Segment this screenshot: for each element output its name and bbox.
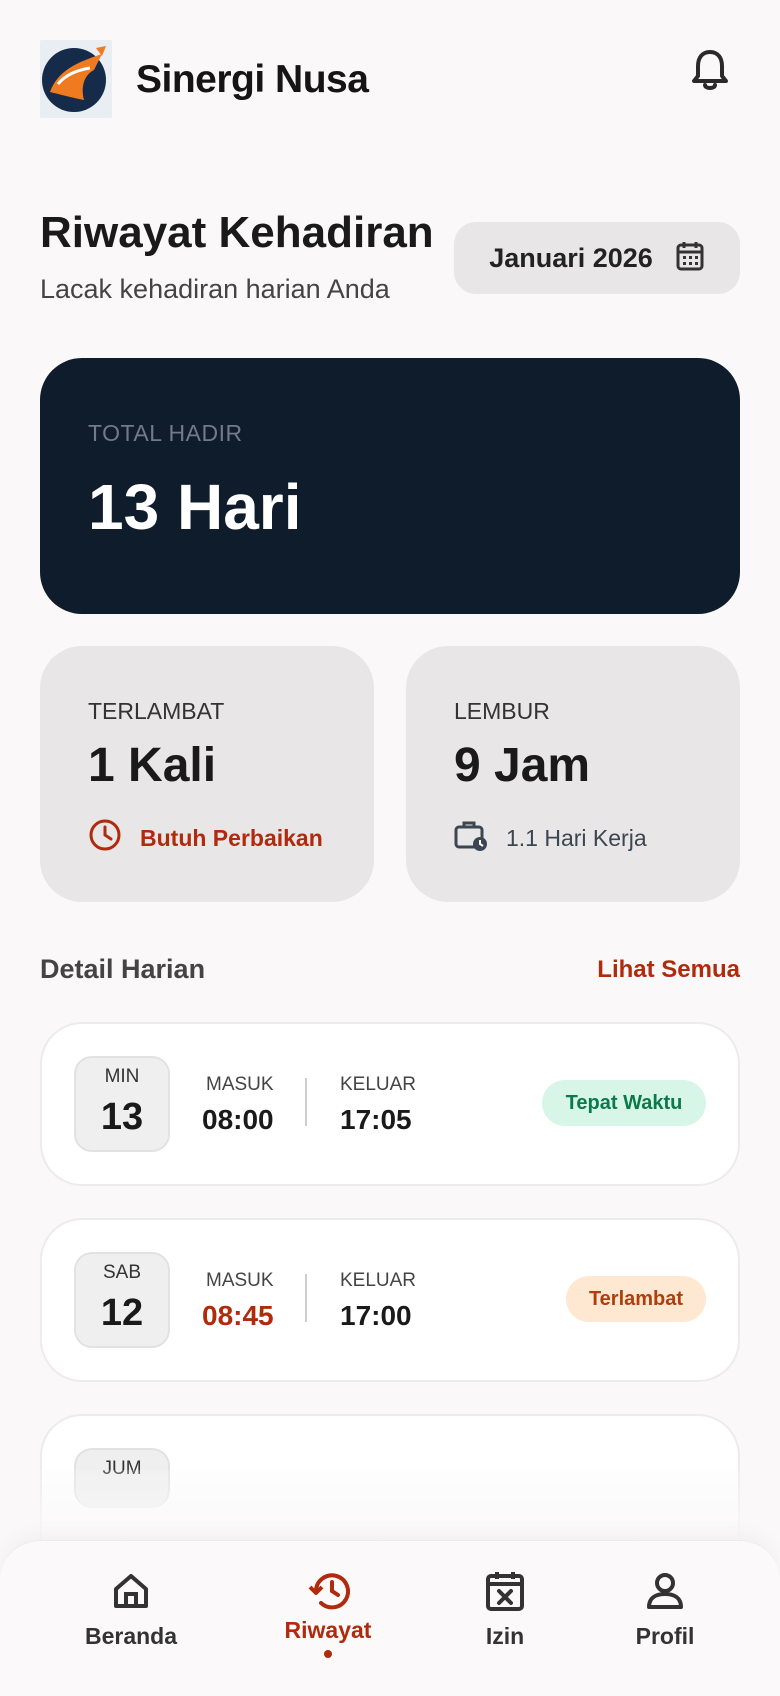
active-indicator — [324, 1650, 332, 1658]
in-time: 08:45 — [202, 1300, 274, 1331]
calendar-icon — [675, 240, 705, 277]
in-label: MASUK — [206, 1270, 274, 1291]
home-icon — [56, 1567, 206, 1615]
calendar-x-icon — [430, 1567, 580, 1615]
in-label: MASUK — [206, 1074, 274, 1095]
out-time: 17:00 — [340, 1300, 412, 1331]
total-label: TOTAL HADIR — [88, 420, 243, 446]
date-box: SAB 12 — [74, 1252, 170, 1348]
briefcase-clock-icon — [454, 818, 488, 858]
month-picker-button[interactable]: Januari 2026 — [454, 222, 740, 294]
bell-icon[interactable] — [680, 40, 740, 100]
page-title: Riwayat Kehadiran — [40, 208, 434, 257]
page-subtitle: Lacak kehadiran harian Anda — [40, 274, 390, 304]
overtime-label: LEMBUR — [454, 698, 550, 724]
month-label: Januari 2026 — [489, 242, 653, 273]
total-value: 13 Hari — [88, 471, 302, 543]
day-of-week: SAB — [102, 1262, 142, 1283]
status-badge: Tepat Waktu — [542, 1080, 706, 1126]
bottom-navigation: Beranda Riwayat Izin Profil — [0, 1540, 780, 1696]
history-icon — [253, 1567, 403, 1615]
divider — [305, 1078, 307, 1126]
nav-item-izin[interactable]: Izin — [430, 1567, 580, 1677]
nav-item-profil[interactable]: Profil — [590, 1567, 740, 1677]
late-note: Butuh Perbaikan — [88, 818, 323, 858]
out-label: KELUAR — [340, 1074, 417, 1095]
daily-detail-title: Detail Harian — [40, 954, 206, 984]
nav-label: Izin — [485, 1623, 525, 1649]
divider — [305, 1274, 307, 1322]
scroll-fade — [0, 1470, 780, 1550]
out-label: KELUAR — [340, 1270, 417, 1291]
late-stat-card: TERLAMBAT 1 Kali Butuh Perbaikan — [40, 646, 374, 902]
see-all-link[interactable]: Lihat Semua — [597, 956, 740, 984]
nav-label: Profil — [635, 1623, 695, 1649]
out-time: 17:05 — [340, 1104, 412, 1135]
date-box: MIN 13 — [74, 1056, 170, 1152]
brand-name: Sinergi Nusa — [136, 58, 369, 101]
bird-logo-icon — [40, 40, 112, 118]
late-value: 1 Kali — [88, 739, 217, 792]
overtime-value: 9 Jam — [454, 739, 591, 792]
late-note-text: Butuh Perbaikan — [140, 824, 323, 851]
list-item[interactable]: SAB 12 MASUK 08:45 KELUAR 17:00 Terlamba… — [40, 1218, 740, 1382]
app-header: Sinergi Nusa — [40, 40, 740, 120]
in-time: 08:00 — [202, 1104, 274, 1135]
day-number: 13 — [100, 1096, 144, 1138]
total-attendance-card: TOTAL HADIR 13 Hari — [40, 358, 740, 614]
nav-label: Riwayat — [284, 1617, 372, 1643]
nav-item-beranda[interactable]: Beranda — [56, 1567, 206, 1677]
user-icon — [590, 1567, 740, 1615]
late-label: TERLAMBAT — [88, 698, 225, 724]
status-badge: Terlambat — [566, 1276, 706, 1322]
day-number: 12 — [100, 1292, 144, 1334]
overtime-stat-card: LEMBUR 9 Jam 1.1 Hari Kerja — [406, 646, 740, 902]
nav-item-riwayat[interactable]: Riwayat — [253, 1567, 403, 1677]
day-of-week: MIN — [104, 1066, 140, 1087]
clock-icon — [88, 818, 122, 858]
nav-label: Beranda — [84, 1623, 178, 1649]
overtime-note-text: 1.1 Hari Kerja — [506, 824, 647, 851]
list-item[interactable]: MIN 13 MASUK 08:00 KELUAR 17:05 Tepat Wa… — [40, 1022, 740, 1186]
overtime-note: 1.1 Hari Kerja — [454, 818, 647, 858]
